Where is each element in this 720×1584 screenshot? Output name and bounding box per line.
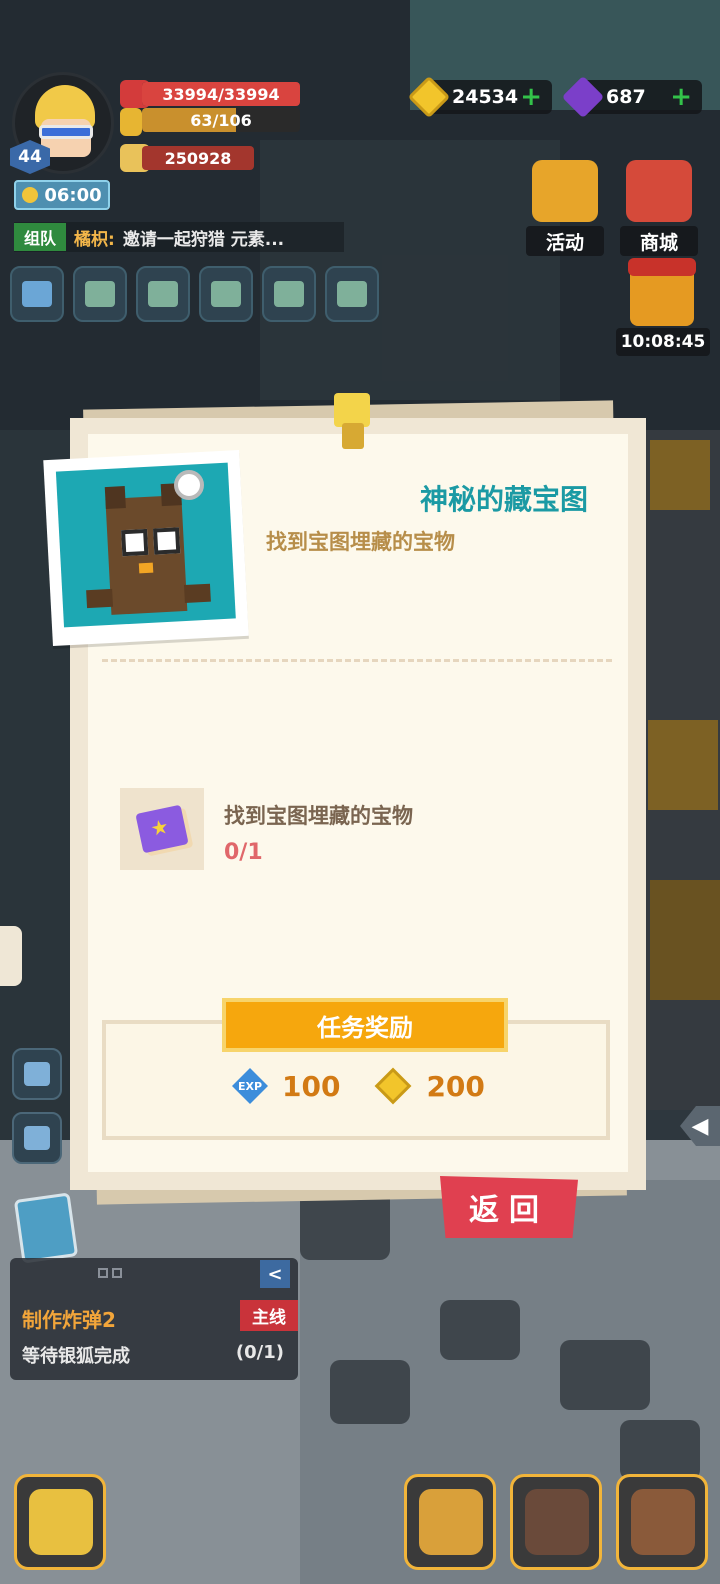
- quest-title: 神秘的藏宝图: [419, 483, 588, 516]
- side-drawer-handle[interactable]: [0, 926, 22, 986]
- quest-npc-portrait: [43, 449, 249, 647]
- add-gem-button[interactable]: +: [670, 84, 692, 110]
- gift-box-button[interactable]: [628, 258, 696, 326]
- activity-label: 活动: [526, 226, 604, 256]
- exp-icon: EXP: [232, 1068, 268, 1104]
- gem-currency: 687 +: [561, 75, 702, 119]
- pushpin-icon: [330, 393, 374, 449]
- team-chat-line[interactable]: 组队 橘枳: 邀请一起狩猎 元素...: [14, 222, 344, 252]
- gift-timer: 10:08:45: [616, 328, 710, 356]
- chat-bubble-icon: [211, 281, 241, 307]
- notice-button[interactable]: [325, 266, 379, 322]
- magic-book-icon: ★: [135, 804, 189, 854]
- map-pin-icon: [274, 281, 304, 307]
- task-progress: 0/1: [224, 840, 263, 865]
- hp-bar: 33994/33994: [142, 82, 300, 106]
- location-button[interactable]: [12, 1112, 62, 1164]
- notice-board-icon: [337, 281, 367, 307]
- back-button[interactable]: 返回: [440, 1176, 578, 1238]
- character-button[interactable]: [14, 1474, 106, 1570]
- reward-gold-value: 200: [426, 1069, 485, 1103]
- character-portrait-icon: [29, 1489, 93, 1555]
- timer-text: 06:00: [44, 184, 102, 206]
- mission-progress: (0/1): [235, 1342, 284, 1363]
- collapse-tracker-button[interactable]: <: [260, 1260, 290, 1288]
- gold-amount: 24534: [452, 86, 519, 108]
- chat-button[interactable]: [199, 266, 253, 322]
- backpack-icon: [631, 1489, 695, 1555]
- backpack-button[interactable]: [616, 1474, 708, 1570]
- mission-name: 制作炸弹2: [22, 1308, 116, 1332]
- map-button[interactable]: [262, 266, 316, 322]
- activity-button[interactable]: 活动: [526, 160, 604, 256]
- reward-exp-value: 100: [282, 1069, 341, 1103]
- hero-button[interactable]: [404, 1474, 496, 1570]
- clock-icon: [22, 187, 39, 203]
- hp-text: 33994/33994: [162, 84, 280, 104]
- power-text: 250928: [164, 148, 232, 168]
- quest-subtitle: 找到宝图埋藏的宝物: [266, 530, 455, 554]
- tracker-pager: [98, 1268, 122, 1278]
- energy-bar: 63/106: [142, 108, 300, 132]
- mission-scroll-icon: [13, 1192, 79, 1264]
- pets-button[interactable]: [510, 1474, 602, 1570]
- home-button[interactable]: [12, 1048, 62, 1100]
- mission-type-badge: 主线: [240, 1300, 298, 1331]
- team-tag: 组队: [14, 223, 67, 251]
- power-bar: 250928: [142, 146, 254, 170]
- gem-amount: 687: [606, 86, 646, 108]
- mail-button[interactable]: [73, 266, 127, 322]
- shop-label: 商城: [620, 226, 698, 256]
- locate-target-icon[interactable]: [174, 470, 204, 500]
- team-member-name: 橘枳:: [74, 229, 115, 250]
- event-timer[interactable]: 06:00: [14, 180, 110, 210]
- menu-icon-row: [10, 266, 379, 322]
- lightning-icon: [120, 108, 142, 136]
- hero-portrait-icon: [419, 1489, 483, 1555]
- activity-star-chest-icon: [532, 160, 598, 222]
- mission-tracker[interactable]: < 制作炸弹2 主线 等待银狐完成 (0/1): [10, 1258, 298, 1380]
- add-gold-button[interactable]: +: [520, 84, 542, 110]
- fullscreen-button[interactable]: [10, 266, 64, 322]
- quest-divider: [102, 659, 612, 662]
- team-message: 邀请一起狩猎 元素...: [122, 229, 285, 250]
- energy-text: 63/106: [190, 110, 252, 130]
- task-item-icon: ★: [120, 788, 204, 870]
- mission-description: 等待银狐完成: [22, 1346, 130, 1367]
- reward-header: 任务奖励: [222, 998, 508, 1052]
- shop-button[interactable]: 商城: [620, 160, 698, 256]
- store-icon: [626, 160, 692, 222]
- mail-icon: [85, 281, 115, 307]
- gold-coin-icon: [375, 1067, 412, 1105]
- gold-currency: 24534 +: [407, 75, 552, 119]
- reward-row: EXP 100 200: [232, 1067, 485, 1105]
- task-description: 找到宝图埋藏的宝物: [224, 804, 413, 828]
- home-icon: [24, 1062, 50, 1086]
- expand-icon: [22, 281, 52, 307]
- pets-portrait-icon: [525, 1489, 589, 1555]
- friends-button[interactable]: [136, 266, 190, 322]
- friends-icon: [148, 281, 178, 307]
- location-pin-icon: [24, 1126, 50, 1150]
